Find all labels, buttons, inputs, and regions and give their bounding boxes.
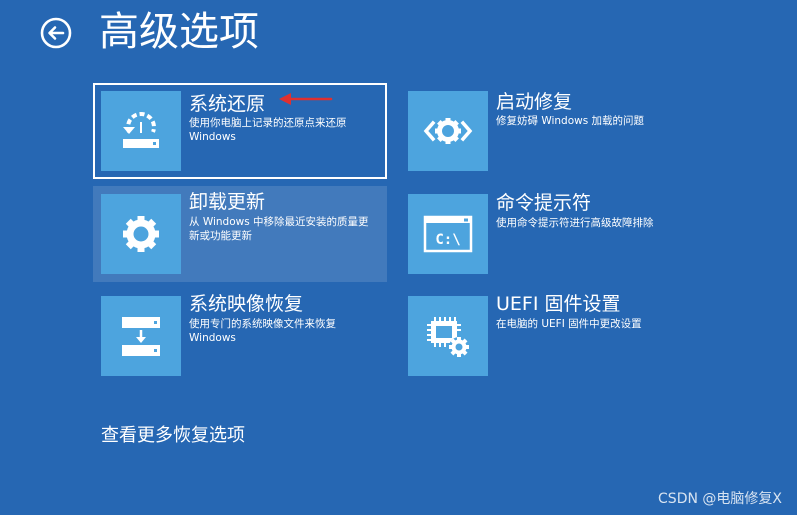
option-description: 在电脑的 UEFI 固件中更改设置 <box>496 318 642 330</box>
command-prompt-icon-text: C:\ <box>435 232 460 248</box>
startup-repair-icon <box>408 91 488 171</box>
annotation-arrow-icon <box>279 93 333 105</box>
option-title: 系统映像恢复 <box>189 293 304 315</box>
option-description: 使用命令提示符进行高级故障排除 <box>496 217 654 229</box>
back-button[interactable] <box>40 17 72 49</box>
option-description: 修复妨碍 Windows 加载的问题 <box>496 115 645 127</box>
command-prompt-icon: C:\ <box>408 194 488 274</box>
option-title: 命令提示符 <box>496 192 592 214</box>
option-command-prompt[interactable]: C:\ 命令提示符 使用命令提示符进行高级故障排除 <box>402 188 696 284</box>
option-system-restore[interactable]: 系统还原 使用你电脑上记录的还原点来还原 Windows <box>93 83 387 179</box>
more-recovery-options-link[interactable]: 查看更多恢复选项 <box>101 424 245 448</box>
option-title: 系统还原 <box>189 93 266 115</box>
option-uninstall-updates[interactable]: 卸载更新 从 Windows 中移除最近安装的质量更新或功能更新 <box>93 186 387 282</box>
watermark: CSDN @电脑修复X <box>658 491 782 507</box>
option-title: 卸载更新 <box>189 191 266 213</box>
system-restore-icon <box>101 91 181 171</box>
gear-icon <box>101 194 181 274</box>
option-uefi-firmware-settings[interactable]: UEFI 固件设置 在电脑的 UEFI 固件中更改设置 <box>402 290 696 386</box>
option-description: 从 Windows 中移除最近安装的质量更新或功能更新 <box>189 216 369 242</box>
option-description: 使用你电脑上记录的还原点来还原 Windows <box>189 117 347 143</box>
page-title: 高级选项 <box>99 9 259 55</box>
option-system-image-recovery[interactable]: 系统映像恢复 使用专门的系统映像文件来恢复 Windows <box>93 290 387 386</box>
option-title: UEFI 固件设置 <box>496 293 621 315</box>
option-startup-repair[interactable]: 启动修复 修复妨碍 Windows 加载的问题 <box>402 85 696 181</box>
option-description: 使用专门的系统映像文件来恢复 Windows <box>189 318 336 344</box>
back-arrow-circle-icon <box>40 17 72 49</box>
system-image-recovery-icon <box>101 296 181 376</box>
option-title: 启动修复 <box>496 91 573 113</box>
uefi-firmware-settings-icon <box>408 296 488 376</box>
